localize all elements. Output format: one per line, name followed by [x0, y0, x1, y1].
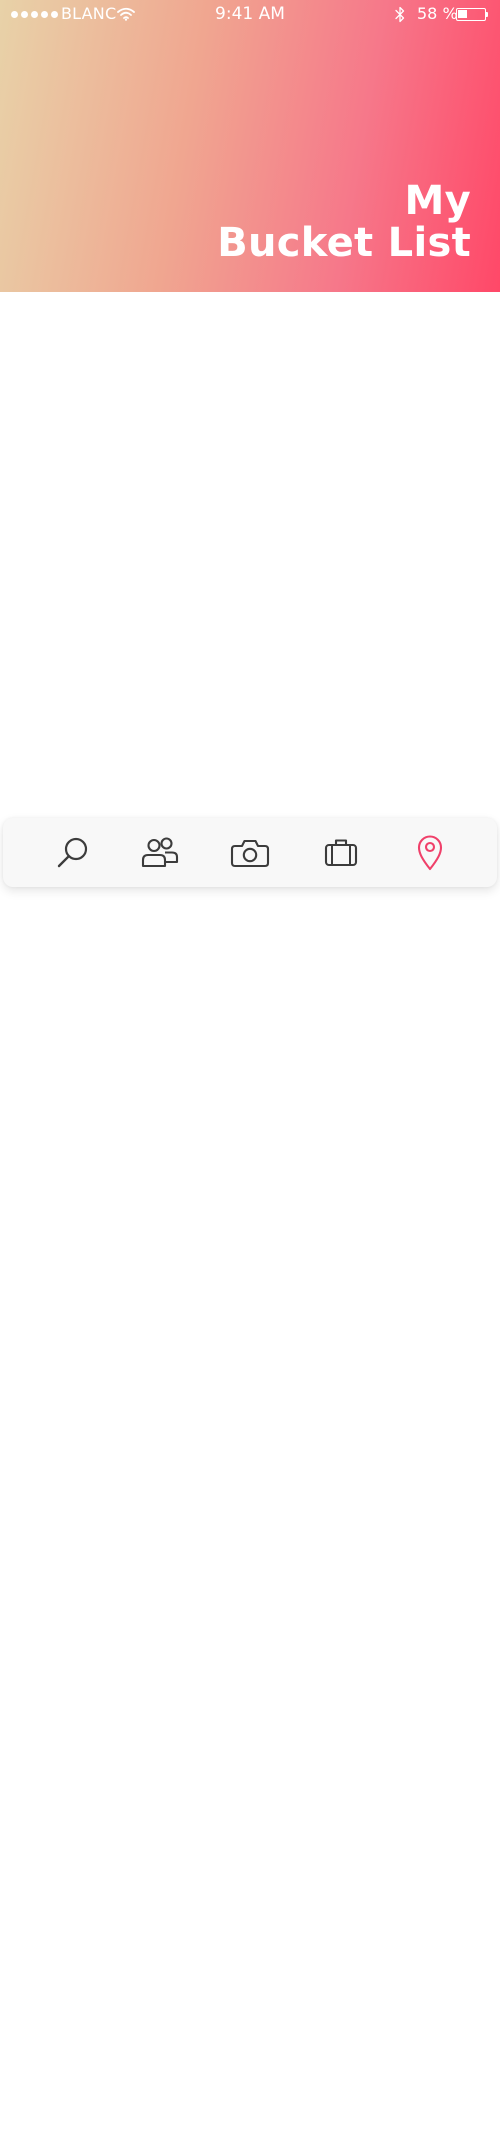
- header-banner: BLANC 9:41 AM 58 % My Bucket List: [0, 0, 500, 292]
- tab-friends[interactable]: [130, 818, 190, 887]
- page-title: My Bucket List: [217, 180, 471, 264]
- camera-icon: [230, 839, 270, 867]
- battery-percent: 58 %: [417, 4, 458, 23]
- tab-places[interactable]: [400, 818, 460, 887]
- tab-trips[interactable]: [311, 818, 371, 887]
- battery-level: [458, 10, 467, 18]
- page-title-line1: My: [404, 178, 471, 224]
- tab-search[interactable]: [43, 818, 103, 887]
- people-icon: [141, 836, 179, 867]
- battery-tip: [486, 12, 488, 17]
- briefcase-icon: [324, 838, 358, 866]
- status-bar: BLANC 9:41 AM 58 %: [0, 0, 500, 30]
- bottom-tab-bar: [3, 818, 497, 887]
- location-pin-icon: [417, 835, 443, 870]
- search-icon: [57, 837, 88, 867]
- tab-camera[interactable]: [220, 818, 280, 887]
- battery-icon: [456, 8, 486, 21]
- bluetooth-icon: [395, 6, 405, 23]
- page-title-line2: Bucket List: [217, 220, 471, 266]
